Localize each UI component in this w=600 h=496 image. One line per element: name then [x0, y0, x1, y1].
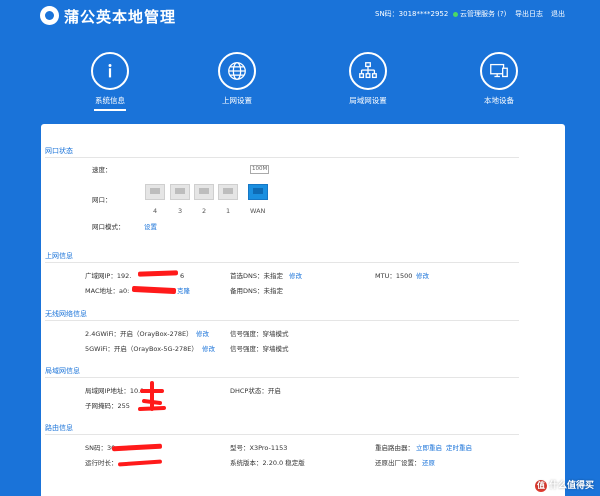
section-title: 局域网信息 — [45, 365, 519, 378]
wifi-24g-label: 2.4GWiFi：开启（OrayBox-278E） — [85, 330, 193, 338]
nav-item-internet-settings[interactable]: 上网设置 — [197, 52, 277, 106]
port-number: 2 — [202, 207, 207, 215]
port-number: WAN — [250, 207, 266, 215]
monitor-icon — [480, 52, 518, 90]
mac-address-label: MAC地址：a0: — [85, 287, 130, 295]
lan-port-1-icon — [218, 184, 238, 200]
nav-label: 本地设备 — [484, 96, 514, 105]
redaction-scribble — [138, 381, 166, 411]
lan-port-3-icon — [170, 184, 190, 200]
wifi-24g-edit-link[interactable]: 修改 — [196, 330, 209, 339]
internet-info-section: 上网信息 — [45, 250, 519, 267]
factory-reset-label: 还原出厂设置： — [375, 459, 421, 467]
export-log-link[interactable]: 导出日志 — [515, 9, 543, 19]
active-indicator — [94, 109, 126, 111]
nav-item-local-devices[interactable]: 本地设备 — [459, 52, 539, 106]
section-title: 网口状态 — [45, 145, 519, 158]
nav-label: 上网设置 — [222, 96, 252, 105]
port-number: 3 — [178, 207, 183, 215]
port-number: 4 — [153, 207, 158, 215]
wireless-info-section: 无线网络信息 — [45, 308, 519, 325]
scheduled-reboot-link[interactable]: 定时重启 — [446, 444, 472, 453]
nav-label: 系统信息 — [95, 96, 125, 105]
wifi-5g-label: 5GWiFi：开启（OrayBox-5G-278E） — [85, 345, 198, 353]
uptime-label: 运行时长： — [85, 459, 118, 467]
port-status-section: 网口状态 — [45, 145, 519, 162]
brand-title: 蒲公英本地管理 — [64, 8, 177, 26]
lan-port-2-icon — [194, 184, 214, 200]
model-label: 型号：X3Pro-1153 — [230, 444, 288, 452]
subnet-mask-label: 子网掩码：255 — [85, 402, 130, 410]
lan-port-4-icon — [145, 184, 165, 200]
mac-clone-link[interactable]: 克隆 — [177, 287, 190, 296]
network-tree-icon — [349, 52, 387, 90]
wan-ip-label: 广域网IP：192. — [85, 272, 132, 280]
section-title: 无线网络信息 — [45, 308, 519, 321]
wan-ip-suffix: 6 — [180, 272, 185, 280]
signal-strength-24g: 信号强度：穿墙模式 — [230, 330, 289, 338]
brand-logo-icon — [40, 6, 59, 25]
signal-strength-5g: 信号强度：穿墙模式 — [230, 345, 289, 353]
nav-label: 局域网设置 — [349, 96, 387, 105]
info-icon — [91, 52, 129, 90]
port-number: 1 — [226, 207, 231, 215]
lan-info-section: 局域网信息 — [45, 365, 519, 382]
primary-dns-edit-link[interactable]: 修改 — [289, 272, 302, 281]
mtu-edit-link[interactable]: 修改 — [416, 272, 429, 281]
port-label: 网口： — [92, 196, 112, 204]
main-nav: 系统信息 上网设置 局域网设置 本地设备 — [0, 30, 600, 120]
watermark-text: 什么值得买 — [548, 481, 594, 491]
header-sn: SN码：3018****2952 — [375, 10, 449, 18]
factory-reset-link[interactable]: 还原 — [422, 459, 435, 468]
port-mode-settings-link[interactable]: 设置 — [144, 223, 157, 232]
watermark-badge: 值 — [534, 480, 547, 492]
nav-item-system-info[interactable]: 系统信息 — [70, 52, 150, 111]
top-bar: 蒲公英本地管理 SN码：3018****2952 云管理服务 (?) 导出日志 … — [0, 0, 600, 30]
port-mode-label: 网口模式： — [92, 223, 125, 231]
wan-port-icon — [248, 184, 268, 200]
logout-link[interactable]: 退出 — [551, 9, 565, 19]
primary-dns-label: 首选DNS：未指定 — [230, 272, 283, 280]
secondary-dns-label: 备用DNS：未指定 — [230, 287, 283, 295]
cloud-status-icon — [453, 12, 458, 17]
router-sn-label: SN码：30 — [85, 444, 116, 452]
wifi-5g-edit-link[interactable]: 修改 — [202, 345, 215, 354]
speed-tag: 100M — [250, 165, 270, 174]
watermark: 值什么值得买 — [534, 478, 594, 492]
section-title: 上网信息 — [45, 250, 519, 263]
speed-label: 速度： — [92, 166, 112, 174]
section-title: 路由信息 — [45, 422, 519, 435]
dhcp-status-label: DHCP状态：开启 — [230, 387, 281, 395]
globe-icon — [218, 52, 256, 90]
reboot-label: 重启路由器： — [375, 444, 414, 452]
nav-item-lan-settings[interactable]: 局域网设置 — [328, 52, 408, 106]
router-info-section: 路由信息 — [45, 422, 519, 439]
system-version-label: 系统版本：2.20.0 稳定版 — [230, 459, 305, 467]
cloud-service-link[interactable]: 云管理服务 (?) — [460, 9, 506, 19]
reboot-now-link[interactable]: 立即重启 — [416, 444, 442, 453]
mtu-label: MTU：1500 — [375, 272, 413, 280]
